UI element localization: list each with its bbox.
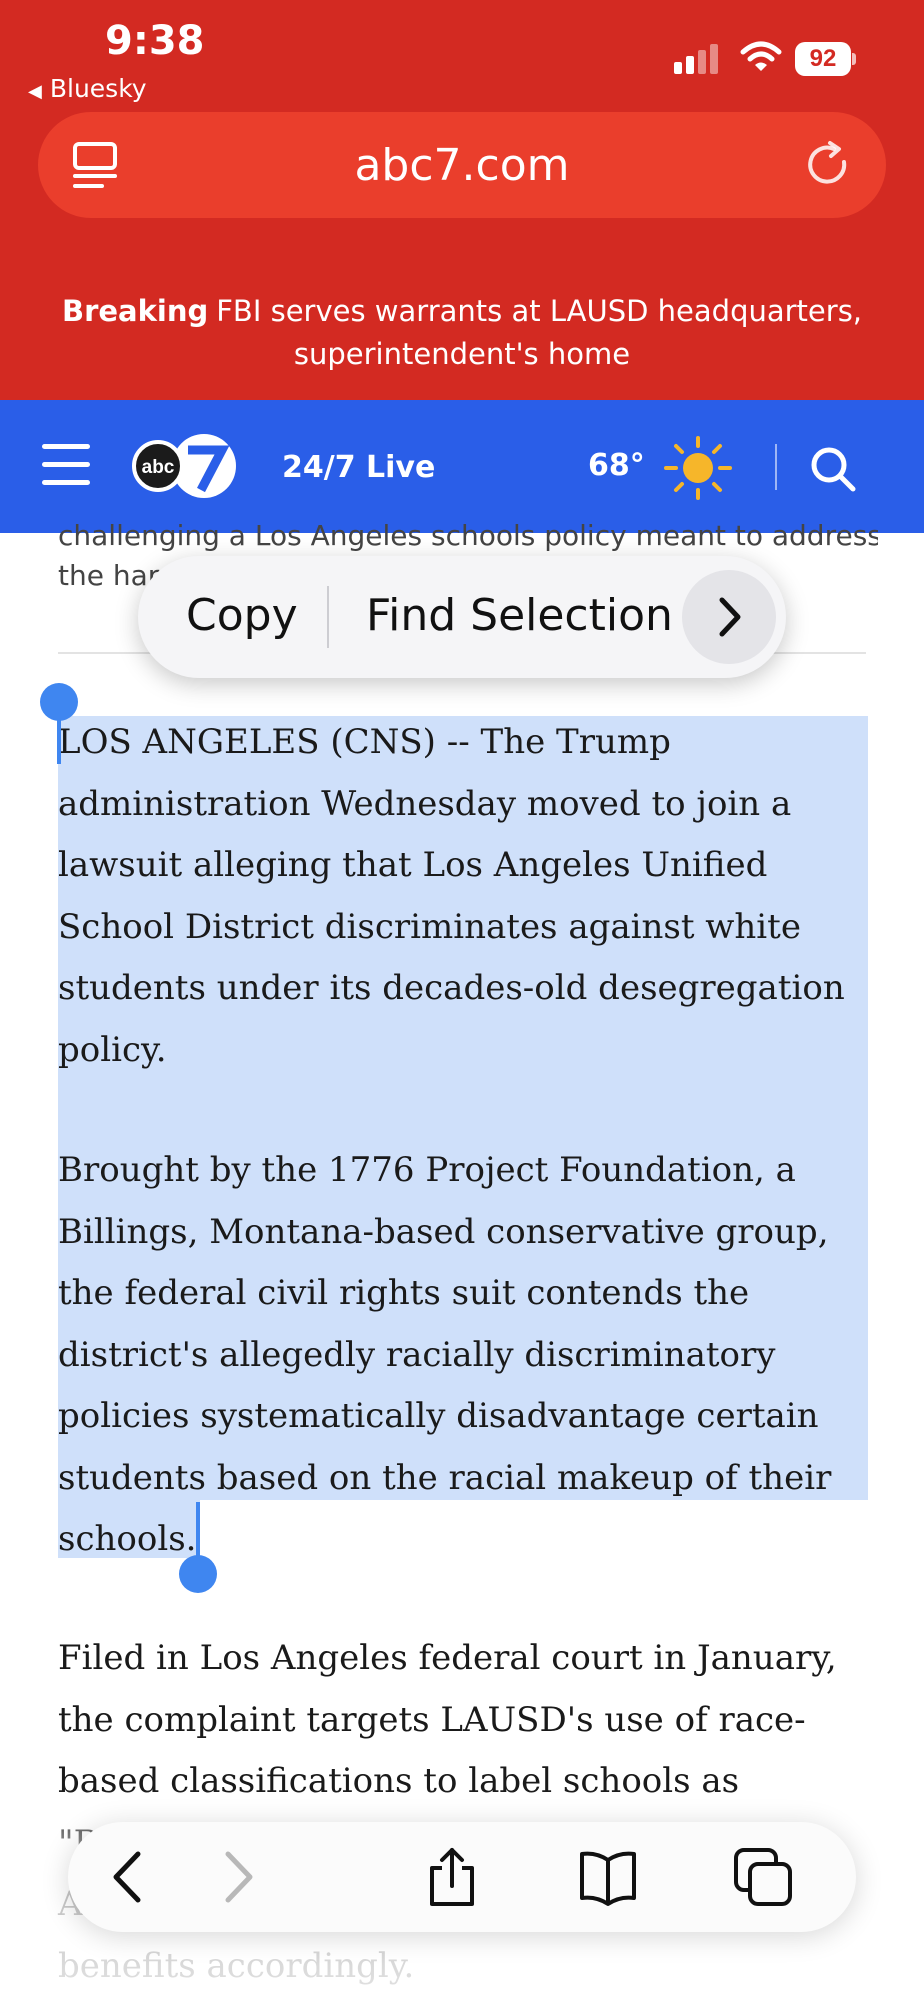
live-link[interactable]: 24/7 Live [282, 450, 435, 485]
article-paragraph-2: Brought by the 1776 Project Foundation, … [58, 1150, 832, 1559]
browser-header: abc7.com Breaking FBI serves warrants at … [0, 110, 924, 400]
copy-button[interactable]: Copy [186, 590, 298, 641]
nav-divider [775, 444, 777, 490]
menu-separator [327, 586, 329, 648]
more-options-button[interactable] [682, 570, 776, 664]
url-bar[interactable]: abc7.com [38, 112, 886, 218]
sun-icon[interactable] [660, 436, 736, 500]
abc7-logo[interactable]: abc [132, 430, 240, 502]
selection-end-handle[interactable] [179, 1555, 217, 1593]
wifi-icon [740, 41, 782, 71]
status-time: 9:38 [105, 18, 205, 64]
find-selection-button[interactable]: Find Selection [366, 590, 673, 641]
selection-end-caret [196, 1502, 200, 1558]
previous-line-1: challenging a Los Angeles schools policy… [58, 519, 878, 552]
cellular-signal-icon [674, 44, 722, 74]
breaking-news-banner[interactable]: Breaking FBI serves warrants at LAUSD hea… [60, 290, 864, 376]
reload-icon[interactable] [804, 140, 854, 190]
breaking-headline[interactable]: FBI serves warrants at LAUSD headquarter… [216, 294, 862, 371]
forward-icon[interactable] [204, 1846, 268, 1908]
back-triangle-icon: ◀ [28, 81, 42, 102]
article-paragraph-1: LOS ANGELES (CNS) -- The Trump administr… [58, 722, 845, 1070]
breaking-label: Breaking [61, 294, 209, 328]
selection-start-caret [57, 712, 61, 764]
search-icon[interactable] [808, 444, 858, 494]
back-to-app-link[interactable]: ◀ Bluesky [28, 74, 147, 103]
menu-icon[interactable] [42, 444, 90, 486]
back-app-label: Bluesky [49, 74, 147, 103]
status-bar: 9:38 ◀ Bluesky 92 [0, 0, 924, 110]
chevron-right-icon [719, 597, 741, 637]
battery-level: 92 [795, 42, 851, 76]
back-icon[interactable] [98, 1846, 162, 1908]
logo-abc-text: abc [142, 457, 175, 478]
safari-toolbar [68, 1822, 856, 1932]
site-navigation: abc 24/7 Live 68° [0, 400, 924, 533]
temperature[interactable]: 68° [588, 448, 645, 483]
bookmarks-icon[interactable] [576, 1846, 640, 1908]
tabs-icon[interactable] [732, 1846, 796, 1908]
battery-icon: 92 [795, 42, 857, 76]
url-text[interactable]: abc7.com [38, 140, 886, 191]
share-icon[interactable] [420, 1846, 484, 1908]
text-selection-menu: Copy Find Selection [138, 556, 786, 678]
